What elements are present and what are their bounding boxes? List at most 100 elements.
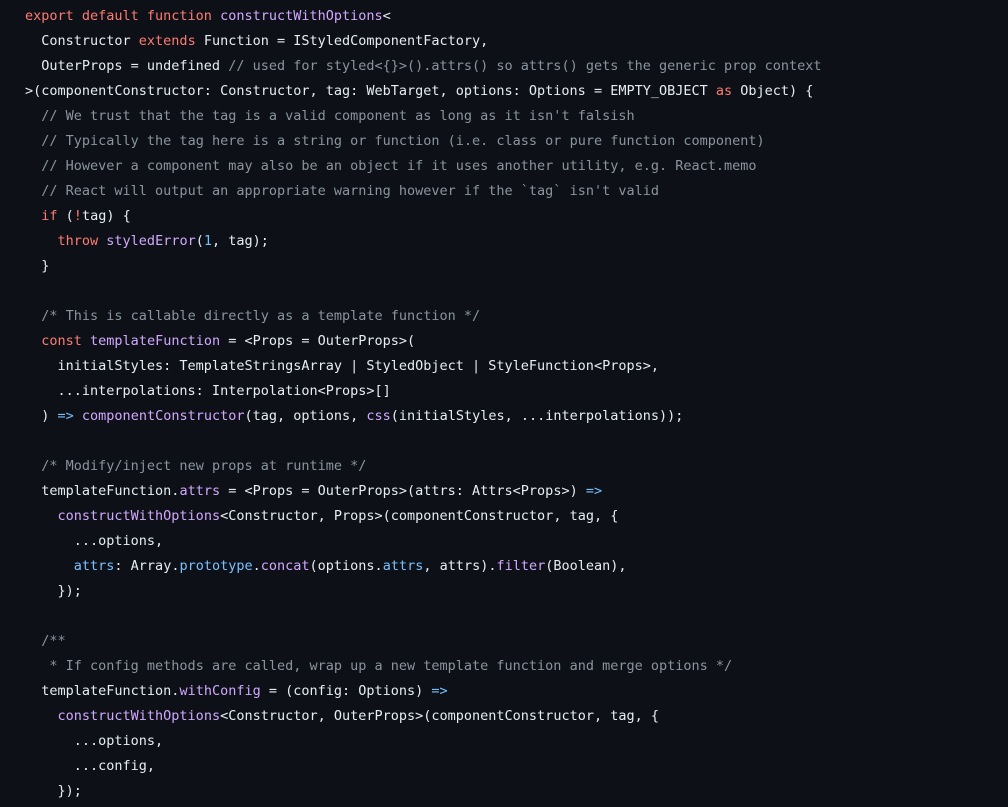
code-line: /** <box>25 629 1008 654</box>
code-line: throw styledError(1, tag); <box>25 229 1008 254</box>
code-line: templateFunction.attrs = <Props = OuterP… <box>25 479 1008 504</box>
code-token: filter <box>496 558 546 574</box>
code-token: as <box>715 83 733 99</box>
code-line: const templateFunction = <Props = OuterP… <box>25 329 1008 354</box>
code-token: attrs <box>179 483 221 499</box>
code-token: ...interpolations: Interpolation<Props>[… <box>25 383 391 399</box>
code-token: withConfig <box>179 683 261 699</box>
code-token: constructWithOptions <box>57 708 221 724</box>
code-token: attrs <box>382 558 424 574</box>
code-line: initialStyles: TemplateStringsArray | St… <box>25 354 1008 379</box>
code-token: : Array. <box>114 558 180 574</box>
code-token: (initialStyles, ...interpolations)); <box>390 408 684 424</box>
code-line: ...options, <box>25 529 1008 554</box>
code-line: /* Modify/inject new props at runtime */ <box>25 454 1008 479</box>
code-line: OuterProps = undefined // used for style… <box>25 54 1008 79</box>
code-token: = <Props = OuterProps>( <box>220 333 416 349</box>
code-token: ...config, <box>25 758 156 774</box>
code-line: >(componentConstructor: Constructor, tag… <box>25 79 1008 104</box>
code-token: (tag, options, <box>244 408 367 424</box>
code-token: (Boolean), <box>545 558 627 574</box>
code-token: => <box>57 408 74 424</box>
code-token: // We trust that the tag is a valid comp… <box>41 108 635 124</box>
code-token: extends <box>138 33 196 49</box>
code-token: prototype <box>179 558 253 574</box>
code-line: ...config, <box>25 754 1008 779</box>
code-token: } <box>25 258 50 274</box>
code-token: /** <box>41 633 66 649</box>
code-token: throw <box>57 233 99 249</box>
code-line: // However a component may also be an ob… <box>25 154 1008 179</box>
code-token: templateFunction <box>90 333 221 349</box>
code-token: (options. <box>309 558 383 574</box>
code-token: styledError <box>106 233 196 249</box>
code-token: Constructor <box>25 33 139 49</box>
code-view: export default function constructWithOpt… <box>0 0 1008 807</box>
code-line: * If config methods are called, wrap up … <box>25 654 1008 679</box>
code-token: if <box>41 208 58 224</box>
code-token: < <box>382 8 391 24</box>
code-token: 1 <box>203 233 212 249</box>
code-token: , tag); <box>211 233 269 249</box>
code-line: // We trust that the tag is a valid comp… <box>25 104 1008 129</box>
code-line: }); <box>25 579 1008 604</box>
code-token: constructWithOptions <box>57 508 221 524</box>
code-token: ...options, <box>25 733 164 749</box>
code-token: /* This is callable directly as a templa… <box>41 308 481 324</box>
code-token: ) <box>25 408 58 424</box>
code-token: * If config methods are called, wrap up … <box>49 658 733 674</box>
code-line: /* This is callable directly as a templa… <box>25 304 1008 329</box>
code-line: }); <box>25 779 1008 804</box>
code-token: /* Modify/inject new props at runtime */ <box>41 458 367 474</box>
code-token: => <box>431 683 448 699</box>
code-line: // React will output an appropriate warn… <box>25 179 1008 204</box>
code-token: . <box>252 558 261 574</box>
code-line: attrs: Array.prototype.concat(options.at… <box>25 554 1008 579</box>
code-token: <Constructor, OuterProps>(componentConst… <box>220 708 659 724</box>
code-line: if (!tag) { <box>25 204 1008 229</box>
code-block: export default function constructWithOpt… <box>25 4 1008 804</box>
code-line: // Typically the tag here is a string or… <box>25 129 1008 154</box>
code-token: ...options, <box>25 533 164 549</box>
code-line: constructWithOptions<Constructor, Props>… <box>25 504 1008 529</box>
code-token: Object) { <box>732 83 814 99</box>
code-token: // Typically the tag here is a string or… <box>41 133 765 149</box>
code-token: }); <box>25 783 82 799</box>
code-token: // used for styled<{}>().attrs() so attr… <box>228 58 822 74</box>
code-token: attrs <box>73 558 115 574</box>
code-line: constructWithOptions<Constructor, OuterP… <box>25 704 1008 729</box>
code-token: tag) { <box>81 208 131 224</box>
code-line: export default function constructWithOpt… <box>25 4 1008 29</box>
code-token: export default function <box>25 8 221 24</box>
code-line: } <box>25 254 1008 279</box>
code-token: initialStyles: TemplateStringsArray | St… <box>25 358 659 374</box>
code-line: Constructor extends Function = IStyledCo… <box>25 29 1008 54</box>
code-line: ...options, <box>25 729 1008 754</box>
code-token: >(componentConstructor: Constructor, tag… <box>25 83 716 99</box>
code-token: ! <box>73 208 82 224</box>
code-line: ) => componentConstructor(tag, options, … <box>25 404 1008 429</box>
code-token: = (config: Options) <box>260 683 432 699</box>
code-token: componentConstructor <box>81 408 245 424</box>
code-token: }); <box>25 583 82 599</box>
code-token: // React will output an appropriate warn… <box>41 183 659 199</box>
code-token: <Constructor, Props>(componentConstructo… <box>220 508 619 524</box>
